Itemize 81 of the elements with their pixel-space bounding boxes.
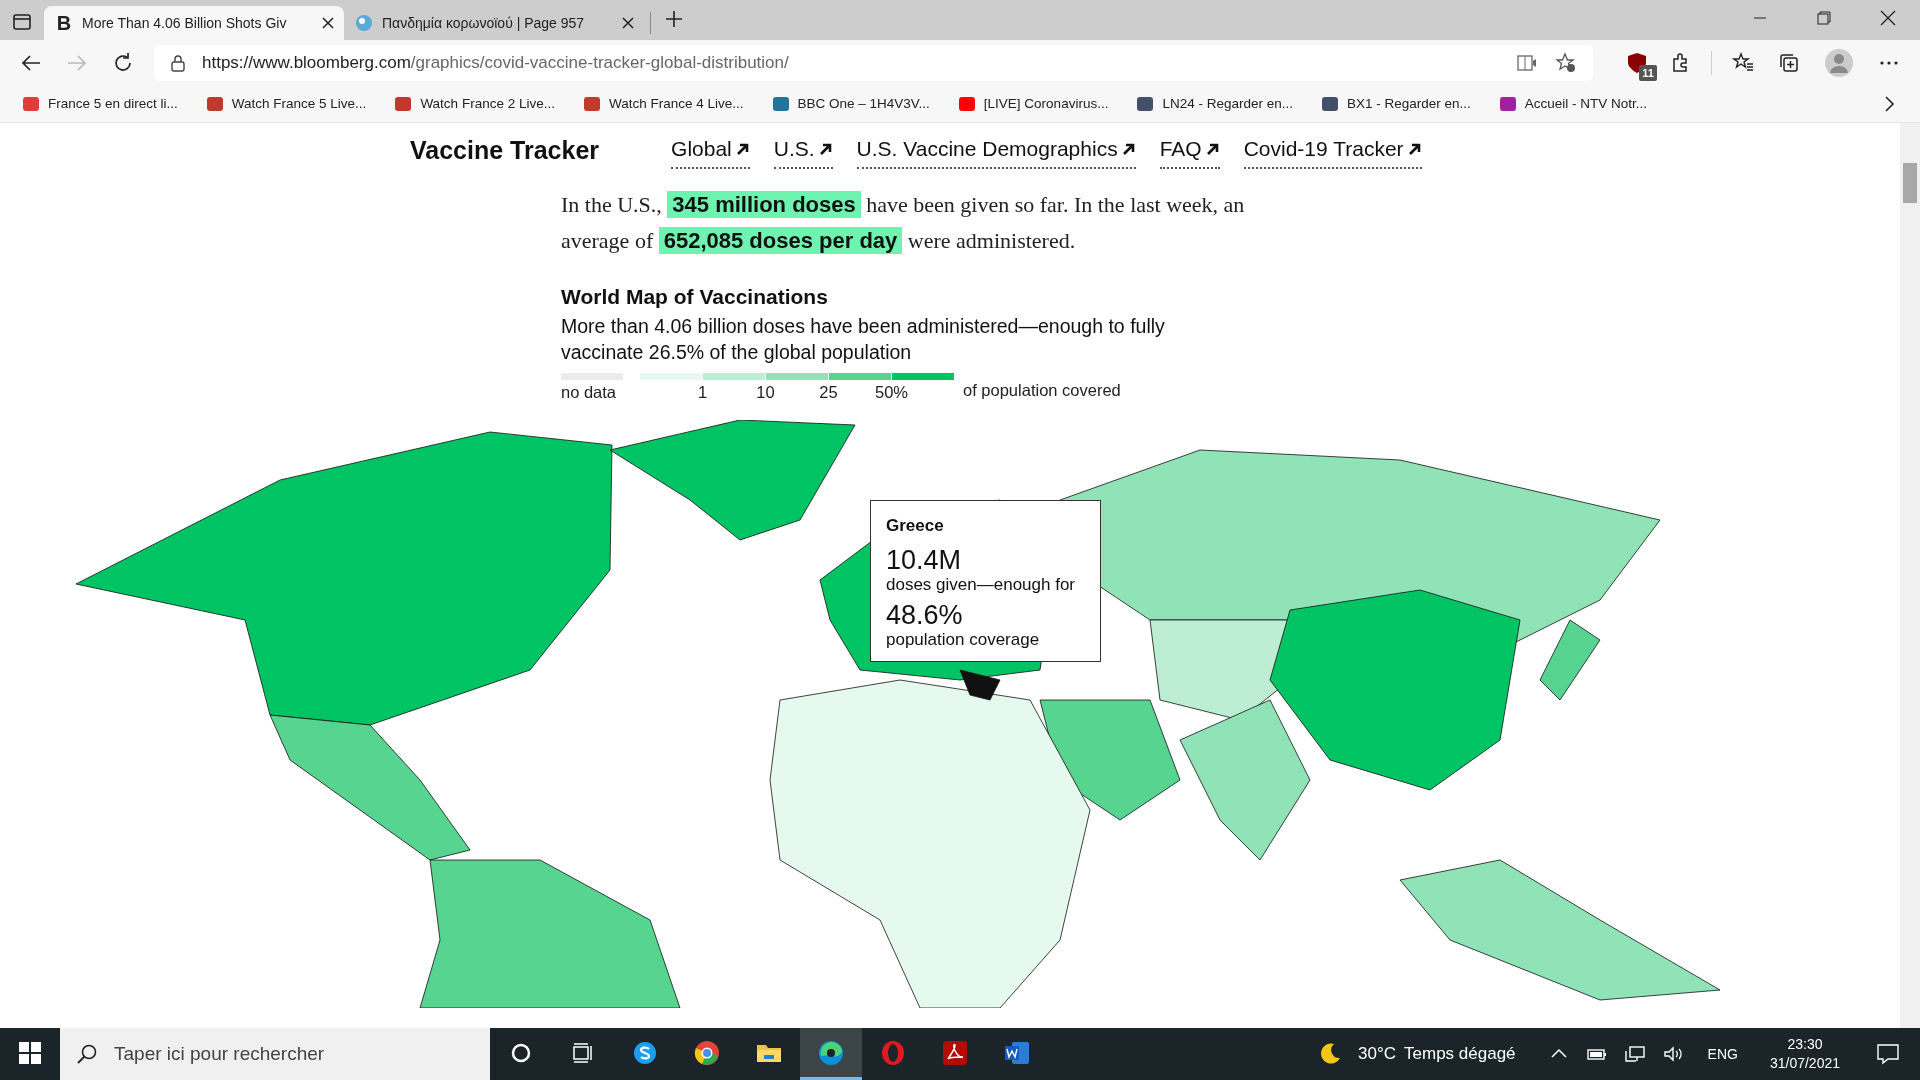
collections-icon[interactable] bbox=[1778, 52, 1800, 74]
restore-icon[interactable] bbox=[1814, 8, 1834, 28]
notification-icon[interactable] bbox=[1876, 1042, 1900, 1066]
arrow-icon bbox=[735, 142, 750, 156]
pdf-icon bbox=[942, 1039, 968, 1066]
coverage-value: 48.6% bbox=[886, 599, 964, 630]
nav-link[interactable]: U.S. Vaccine Demographics bbox=[856, 133, 1136, 169]
bookmark-link[interactable]: Accueil - NTV Notr... bbox=[1492, 91, 1654, 117]
bookmark-link[interactable]: France 5 en direct li... bbox=[16, 91, 184, 117]
new-tab-icon[interactable] bbox=[665, 10, 683, 28]
temperature-text: 30°C bbox=[1358, 1043, 1397, 1066]
chrome-icon bbox=[694, 1039, 720, 1066]
arrow-icon bbox=[1407, 142, 1422, 156]
summary-text: In the U.S., 345 million doses have been given so far. In the last week, an average of 652,085 doses per day were administered. bbox=[561, 190, 1246, 256]
tile-icon bbox=[1498, 96, 1517, 112]
bookmark-link[interactable]: Watch France 4 Live... bbox=[576, 91, 750, 117]
arrow-icon bbox=[1205, 142, 1220, 156]
legend-label: no data bbox=[561, 381, 618, 403]
bookmark-link[interactable]: [LIVE] Coronavirus... bbox=[951, 91, 1115, 117]
tile-icon bbox=[957, 96, 976, 112]
search-icon bbox=[76, 1043, 98, 1065]
browser-tab[interactable]: B More Than 4.06 Billion Shots Giv bbox=[44, 6, 344, 40]
opera-icon bbox=[880, 1039, 906, 1066]
legend-tick: 25 bbox=[818, 381, 839, 403]
legend-label: of population covered bbox=[963, 379, 1121, 401]
bookmark-link[interactable]: Watch France 2 Live... bbox=[388, 91, 561, 117]
reader-icon[interactable] bbox=[1517, 53, 1539, 73]
nav-link[interactable]: FAQ bbox=[1159, 133, 1220, 169]
dose-label: doses given—enough for bbox=[886, 574, 1077, 594]
nav-link[interactable]: U.S. bbox=[773, 133, 833, 169]
country-name: Greece bbox=[886, 515, 945, 538]
close-icon[interactable] bbox=[1878, 8, 1898, 28]
speaker-icon[interactable] bbox=[1661, 1043, 1684, 1065]
address-bar[interactable]: https://www.bloomberg.com/graphics/covid-vaccine-tracker-global-distribution/ bbox=[154, 45, 1593, 81]
tile-icon bbox=[582, 96, 601, 112]
bookmark-link[interactable]: BX1 - Regarder en... bbox=[1315, 91, 1477, 117]
reload-icon[interactable] bbox=[112, 52, 134, 74]
windows-icon bbox=[19, 1042, 41, 1065]
badge-count: 11 bbox=[1639, 64, 1657, 82]
tile-icon bbox=[1136, 96, 1155, 112]
browser-tab[interactable]: Πανδημία κορωνοϊού | Page 957 bbox=[344, 6, 644, 40]
url-text: https://www.bloomberg.com/graphics/covid-vaccine-tracker-global-distribution/ bbox=[202, 52, 790, 75]
favicon-letter: B bbox=[55, 11, 73, 36]
map-subtitle: More than 4.06 billion doses have been administered—enough to fully vaccinate 26.5% of the global population bbox=[561, 313, 1166, 365]
document-icon bbox=[1004, 1039, 1030, 1066]
arrow-icon bbox=[1121, 142, 1136, 156]
language-indicator[interactable]: ENG bbox=[1707, 1043, 1738, 1065]
weather-text: Temps dégagé bbox=[1404, 1043, 1516, 1066]
nav-link[interactable]: Covid-19 Tracker bbox=[1243, 133, 1422, 169]
bookmark-link[interactable]: Watch France 5 Live... bbox=[199, 91, 373, 117]
clock-time: 23:30 bbox=[1786, 1035, 1824, 1054]
legend-tick: 1 bbox=[696, 381, 709, 403]
tile-icon bbox=[394, 96, 413, 112]
sidebar-icon[interactable] bbox=[12, 12, 32, 32]
tile-icon bbox=[1321, 96, 1339, 112]
search-field[interactable]: Taper ici pour rechercher bbox=[60, 1028, 490, 1080]
clock-date: 31/07/2021 bbox=[1769, 1054, 1840, 1073]
arrow-icon bbox=[818, 142, 833, 156]
favorites-icon[interactable] bbox=[1732, 52, 1754, 74]
tile-icon bbox=[771, 96, 790, 112]
bookmark-link[interactable]: BBC One – 1H4V3V... bbox=[765, 91, 936, 117]
page-title: Vaccine Tracker bbox=[410, 135, 600, 167]
scrollbar-thumb[interactable] bbox=[1903, 163, 1917, 203]
avatar-icon[interactable] bbox=[1824, 48, 1854, 78]
dose-count: 10.4M bbox=[886, 544, 963, 575]
network-icon[interactable] bbox=[1623, 1043, 1646, 1065]
close-icon[interactable] bbox=[322, 17, 334, 29]
lock-icon bbox=[170, 54, 186, 72]
coverage-label: population coverage bbox=[886, 629, 1041, 649]
skype-icon bbox=[632, 1039, 658, 1066]
map-title: World Map of Vaccinations bbox=[561, 284, 829, 310]
nav-link[interactable]: Global bbox=[671, 133, 750, 169]
legend-tick: 50% bbox=[874, 381, 909, 403]
legend-tick: 10 bbox=[755, 381, 776, 403]
tile-icon bbox=[22, 96, 40, 112]
tile-icon bbox=[205, 96, 224, 112]
close-icon[interactable] bbox=[622, 17, 634, 29]
moon-icon bbox=[1318, 1042, 1343, 1066]
edge-icon bbox=[818, 1039, 844, 1066]
favorite-add-icon[interactable] bbox=[1555, 52, 1577, 74]
bookmark-link[interactable]: LN24 - Regarder en... bbox=[1130, 91, 1299, 117]
